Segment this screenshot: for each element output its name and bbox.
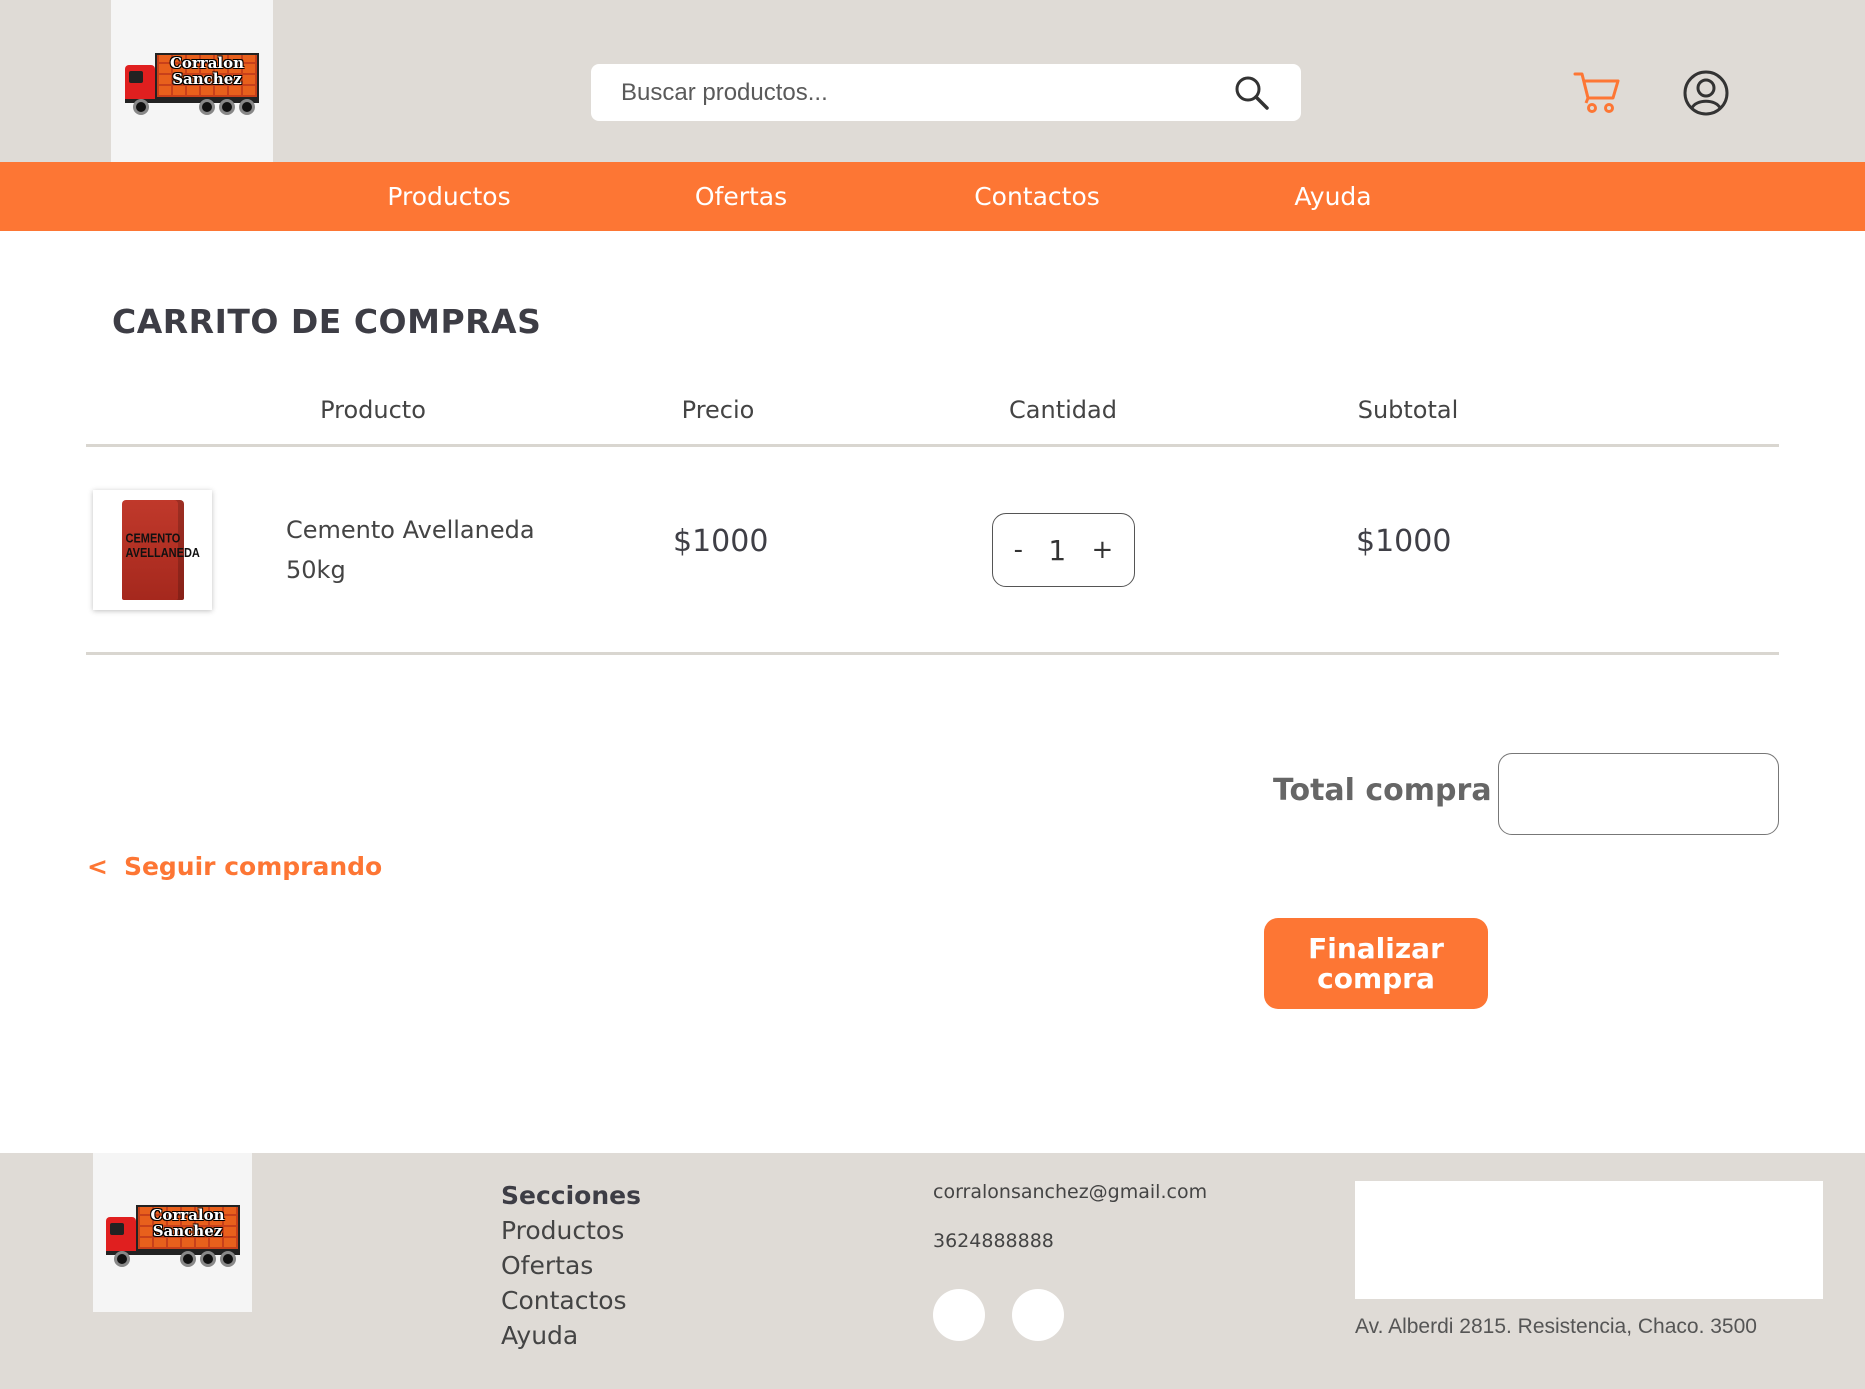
footer: Corralon Sanchez Secciones Productos Ofer…	[0, 1153, 1865, 1389]
quantity-stepper: - 1 +	[992, 513, 1135, 587]
page-title: CARRITO DE COMPRAS	[112, 302, 542, 341]
footer-logo-text-line2: Sanchez	[152, 1221, 223, 1240]
total-field	[1498, 753, 1779, 835]
cart-icon[interactable]	[1573, 70, 1621, 114]
search-input[interactable]	[621, 78, 1233, 107]
header: Corralon Sanchez	[0, 0, 1865, 162]
map-placeholder[interactable]	[1355, 1181, 1823, 1299]
column-header-precio: Precio	[681, 396, 755, 424]
finish-purchase-button[interactable]: Finalizar compra	[1264, 918, 1488, 1009]
logo-text-line2: Sanchez	[172, 70, 242, 88]
table-divider-top	[86, 444, 1779, 447]
nav-item-contactos[interactable]: Contactos	[974, 162, 1100, 231]
social-icon-1[interactable]	[933, 1289, 985, 1341]
nav-item-productos[interactable]: Productos	[387, 162, 510, 231]
table-divider-bottom	[86, 652, 1779, 655]
column-header-subtotal: Subtotal	[1357, 396, 1459, 424]
footer-link-contactos[interactable]: Contactos	[501, 1286, 627, 1315]
product-name[interactable]: Cemento Avellaneda 50kg	[286, 510, 586, 590]
truck-logo-icon: Corralon Sanchez	[104, 1197, 242, 1269]
truck-logo-icon: Corralon Sanchez	[123, 45, 261, 117]
main-nav: Productos Ofertas Contactos Ayuda	[0, 162, 1865, 231]
product-subtotal: $1000	[1356, 524, 1452, 559]
footer-link-productos[interactable]: Productos	[501, 1216, 624, 1245]
quantity-increase-button[interactable]: +	[1092, 535, 1114, 565]
quantity-decrease-button[interactable]: -	[1014, 535, 1023, 565]
chevron-left-icon: <	[87, 852, 108, 881]
footer-link-ofertas[interactable]: Ofertas	[501, 1251, 593, 1280]
quantity-value[interactable]: 1	[1048, 534, 1066, 567]
search-icon[interactable]	[1233, 74, 1271, 112]
footer-email[interactable]: corralonsanchez@gmail.com	[933, 1181, 1207, 1203]
continue-shopping-link[interactable]: < Seguir comprando	[87, 852, 382, 881]
user-icon[interactable]	[1682, 69, 1730, 117]
cement-bag-icon: CEMENTO AVELLANEDA	[121, 500, 200, 600]
column-header-cantidad: Cantidad	[1009, 396, 1117, 424]
social-icon-2[interactable]	[1012, 1289, 1064, 1341]
footer-sections-title: Secciones	[501, 1181, 641, 1210]
footer-address: Av. Alberdi 2815. Resistencia, Chaco. 35…	[1355, 1315, 1757, 1338]
nav-item-ofertas[interactable]: Ofertas	[695, 162, 787, 231]
logo[interactable]: Corralon Sanchez	[111, 0, 273, 162]
footer-logo[interactable]: Corralon Sanchez	[93, 1153, 252, 1312]
search-bar	[591, 64, 1301, 121]
footer-phone[interactable]: 3624888888	[933, 1230, 1054, 1252]
column-header-producto: Producto	[320, 396, 426, 424]
footer-link-ayuda[interactable]: Ayuda	[501, 1321, 578, 1350]
nav-item-ayuda[interactable]: Ayuda	[1294, 162, 1371, 231]
continue-shopping-label: Seguir comprando	[123, 852, 383, 881]
product-image[interactable]: CEMENTO AVELLANEDA	[93, 490, 212, 610]
product-price: $1000	[673, 524, 769, 559]
total-label: Total compra	[1273, 773, 1492, 808]
